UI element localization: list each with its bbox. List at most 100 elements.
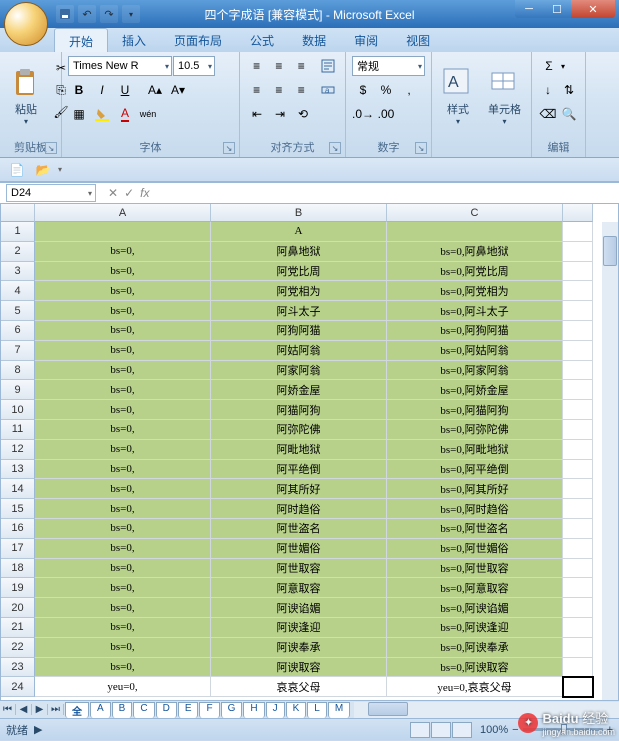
cell[interactable]: bs=0,阿谀奉承 [387, 638, 563, 658]
cell[interactable] [563, 321, 593, 341]
last-sheet-icon[interactable]: ⏭ [48, 704, 64, 715]
cell[interactable]: bs=0,阿斗太子 [387, 301, 563, 321]
cell[interactable] [563, 499, 593, 519]
row-header[interactable]: 5 [1, 301, 35, 321]
cell[interactable]: 阿其所好 [211, 479, 387, 499]
comma-icon[interactable]: , [398, 80, 420, 100]
maximize-button[interactable]: ☐ [543, 0, 571, 18]
cell[interactable]: 阿弥陀佛 [211, 420, 387, 440]
cell[interactable] [563, 638, 593, 658]
cell[interactable] [563, 400, 593, 420]
decrease-decimal-icon[interactable]: .00 [375, 104, 397, 124]
row-header[interactable]: 12 [1, 440, 35, 460]
column-header[interactable]: B [211, 204, 387, 222]
sheet-tab[interactable]: E [178, 702, 199, 718]
row-header[interactable]: 10 [1, 400, 35, 420]
tab-review[interactable]: 审阅 [340, 28, 392, 52]
cell[interactable]: 阿时趋俗 [211, 499, 387, 519]
column-header[interactable]: C [387, 204, 563, 222]
cells-button[interactable]: 单元格▾ [482, 54, 527, 139]
row-header[interactable]: 23 [1, 658, 35, 678]
cell[interactable]: bs=0,阿其所好 [387, 479, 563, 499]
sheet-tab[interactable]: K [286, 702, 307, 718]
row-header[interactable]: 1 [1, 222, 35, 242]
cell[interactable]: bs=0, [35, 578, 211, 598]
cell[interactable]: bs=0, [35, 460, 211, 480]
sheet-tab[interactable]: F [199, 702, 219, 718]
enter-icon[interactable]: ✓ [124, 186, 134, 200]
cell[interactable]: bs=0,阿娇金屋 [387, 380, 563, 400]
sheet-tab[interactable]: 全 [65, 702, 89, 718]
cell[interactable]: 阿党比周 [211, 262, 387, 282]
macro-record-icon[interactable]: ▶ [34, 723, 42, 736]
cell[interactable] [563, 559, 593, 579]
minimize-button[interactable]: ─ [515, 0, 543, 18]
close-button[interactable]: ✕ [571, 0, 615, 18]
row-header[interactable]: 6 [1, 321, 35, 341]
cell[interactable]: bs=0,阿狗阿猫 [387, 321, 563, 341]
cell[interactable]: bs=0, [35, 400, 211, 420]
row-header[interactable]: 4 [1, 281, 35, 301]
cell[interactable] [563, 242, 593, 262]
decrease-indent-icon[interactable]: ⇤ [246, 104, 268, 124]
fill-color-button[interactable] [91, 104, 113, 124]
sheet-tab[interactable]: A [90, 702, 111, 718]
cell[interactable]: 阿世盗名 [211, 519, 387, 539]
fx-icon[interactable]: fx [140, 186, 149, 200]
cell[interactable]: 阿党相为 [211, 281, 387, 301]
sheet-tab[interactable]: J [266, 702, 285, 718]
percent-icon[interactable]: % [375, 80, 397, 100]
cell[interactable] [563, 677, 593, 697]
row-header[interactable]: 17 [1, 539, 35, 559]
cell[interactable]: bs=0, [35, 598, 211, 618]
currency-icon[interactable]: $ [352, 80, 374, 100]
cell[interactable] [563, 440, 593, 460]
save-icon[interactable] [56, 5, 74, 23]
cell[interactable]: bs=0,阿毗地狱 [387, 440, 563, 460]
column-header[interactable]: A [35, 204, 211, 222]
row-header[interactable]: 14 [1, 479, 35, 499]
row-header[interactable]: 16 [1, 519, 35, 539]
paste-button[interactable]: 粘贴 ▾ [4, 54, 48, 139]
increase-indent-icon[interactable]: ⇥ [269, 104, 291, 124]
cell[interactable]: bs=0,阿平绝倒 [387, 460, 563, 480]
row-header[interactable]: 18 [1, 559, 35, 579]
cell[interactable]: bs=0, [35, 301, 211, 321]
normal-view-icon[interactable] [410, 722, 430, 738]
cell[interactable]: 阿姑阿翁 [211, 341, 387, 361]
cell[interactable] [563, 658, 593, 678]
cell[interactable] [563, 460, 593, 480]
cell[interactable]: 阿娇金屋 [211, 380, 387, 400]
cell[interactable] [563, 301, 593, 321]
cell[interactable]: 哀哀父母 [211, 677, 387, 697]
font-color-button[interactable]: A [114, 104, 136, 124]
wrap-text-button[interactable] [318, 56, 339, 76]
zoom-in-icon[interactable]: + [607, 724, 613, 736]
cell[interactable] [563, 519, 593, 539]
cell[interactable]: bs=0, [35, 559, 211, 579]
sheet-tab[interactable]: G [221, 702, 243, 718]
cell[interactable]: bs=0, [35, 618, 211, 638]
cell[interactable]: bs=0,阿意取容 [387, 578, 563, 598]
underline-button[interactable]: U [114, 80, 136, 100]
row-header[interactable]: 11 [1, 420, 35, 440]
prev-sheet-icon[interactable]: ◀ [16, 704, 32, 715]
cell[interactable]: bs=0,阿弥陀佛 [387, 420, 563, 440]
cell[interactable]: bs=0,阿谀谄媚 [387, 598, 563, 618]
tab-view[interactable]: 视图 [392, 28, 444, 52]
number-format-combo[interactable]: 常规 [352, 56, 425, 76]
align-middle-icon[interactable]: ≡ [268, 56, 289, 76]
cell[interactable] [563, 222, 593, 242]
undo-icon[interactable]: ↶ [78, 5, 96, 23]
cell[interactable]: bs=0, [35, 658, 211, 678]
styles-button[interactable]: A 样式▾ [436, 54, 480, 139]
zoom-out-icon[interactable]: − [512, 724, 518, 736]
cell[interactable]: bs=0, [35, 242, 211, 262]
first-sheet-icon[interactable]: ⏮ [0, 704, 16, 715]
row-header[interactable]: 21 [1, 618, 35, 638]
cell[interactable]: 阿毗地狱 [211, 440, 387, 460]
shrink-font-button[interactable]: A▾ [167, 80, 189, 100]
cell[interactable]: 阿谀奉承 [211, 638, 387, 658]
cell[interactable]: bs=0,阿谀逢迎 [387, 618, 563, 638]
formula-input[interactable] [155, 184, 619, 202]
